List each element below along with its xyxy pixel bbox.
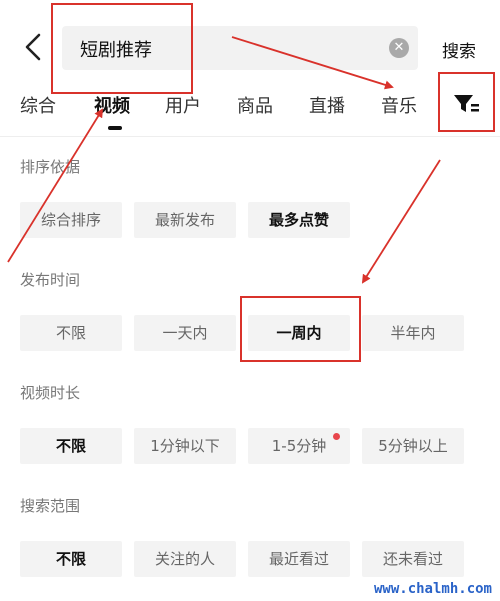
chip-duration-over-5min[interactable]: 5分钟以上 (362, 428, 464, 464)
tab-products[interactable]: 商品 (237, 92, 273, 118)
back-icon[interactable] (22, 32, 44, 62)
annotation-box-filter (438, 72, 495, 132)
chip-time-any[interactable]: 不限 (20, 315, 122, 351)
arrow-to-video-tab (7, 108, 104, 263)
tab-comprehensive[interactable]: 综合 (20, 92, 56, 118)
tabs-divider (0, 136, 500, 137)
tab-music[interactable]: 音乐 (381, 92, 417, 118)
watermark-text: www.chalmh.com (373, 581, 492, 597)
tab-live[interactable]: 直播 (309, 92, 345, 118)
tab-video[interactable]: 视频 (94, 92, 130, 118)
section-title-scope: 搜索范围 (20, 497, 81, 515)
clear-icon[interactable]: ✕ (389, 38, 409, 58)
chip-scope-not-viewed[interactable]: 还未看过 (362, 541, 464, 577)
annotation-box-search (51, 3, 193, 94)
search-button[interactable]: 搜索 (442, 37, 476, 62)
tab-users[interactable]: 用户 (165, 92, 201, 118)
chip-scope-following[interactable]: 关注的人 (134, 541, 236, 577)
section-title-publish-time: 发布时间 (20, 271, 81, 289)
chip-sort-newest[interactable]: 最新发布 (134, 202, 236, 238)
new-badge-dot (333, 433, 340, 440)
chip-scope-any[interactable]: 不限 (20, 541, 122, 577)
chip-duration-under-1min[interactable]: 1分钟以下 (134, 428, 236, 464)
chip-sort-most-liked[interactable]: 最多点赞 (248, 202, 350, 238)
section-title-duration: 视频时长 (20, 384, 81, 402)
chip-time-half-year[interactable]: 半年内 (362, 315, 464, 351)
active-tab-indicator (108, 126, 122, 130)
arrow-to-one-week-chip (361, 159, 441, 284)
chip-duration-any[interactable]: 不限 (20, 428, 122, 464)
section-title-sort: 排序依据 (20, 158, 81, 176)
chip-time-one-day[interactable]: 一天内 (134, 315, 236, 351)
chip-scope-recently-viewed[interactable]: 最近看过 (248, 541, 350, 577)
chip-sort-comprehensive[interactable]: 综合排序 (20, 202, 122, 238)
annotation-box-one-week (240, 296, 361, 362)
